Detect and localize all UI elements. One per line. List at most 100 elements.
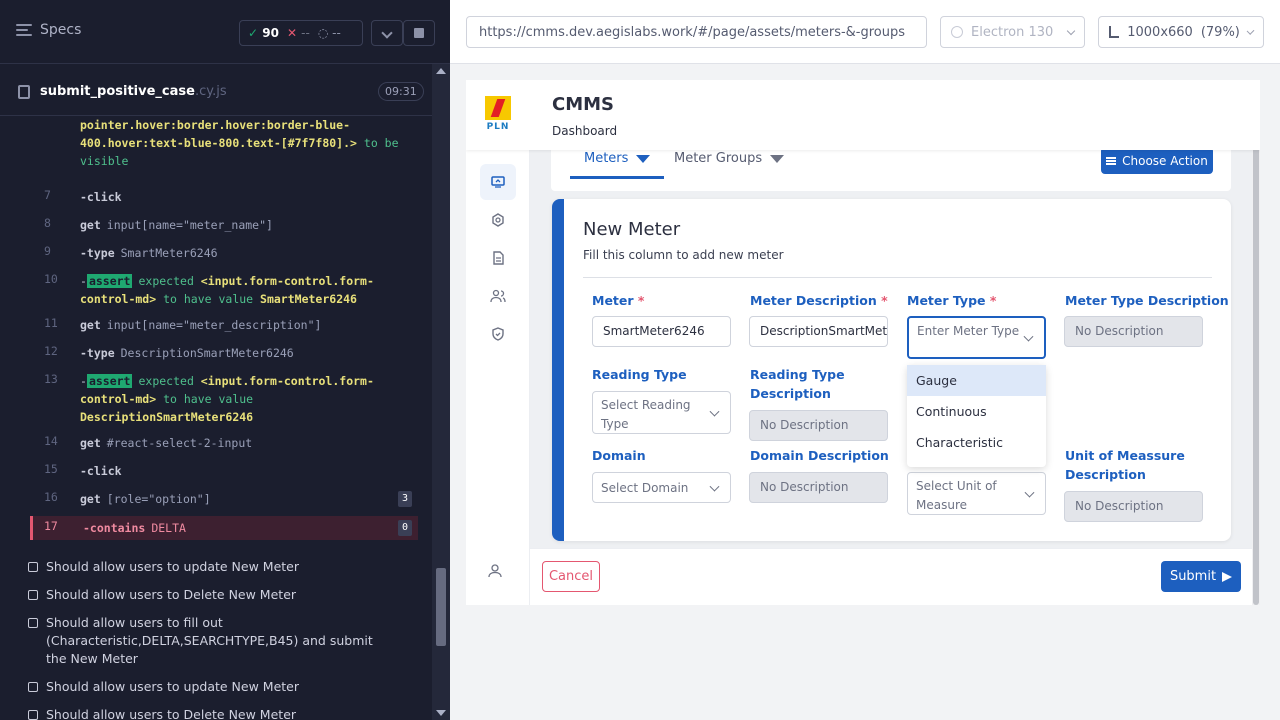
spec-duration: 09:31 (378, 82, 424, 101)
option-gauge[interactable]: Gauge (907, 365, 1046, 396)
command-log-scrollbar[interactable] (432, 64, 450, 720)
tab-bar: Meters Meter Groups Choose Action (551, 147, 1231, 191)
domain-description-label: Domain Description (750, 448, 889, 463)
chevron-down-icon (709, 406, 720, 417)
uom-description-field: No Description (1064, 491, 1203, 522)
main-content: Meters Meter Groups Choose Action New Me… (530, 147, 1260, 548)
stop-icon (414, 28, 424, 38)
form-footer: Cancel Submit (530, 548, 1260, 605)
scroll-thumb[interactable] (1253, 116, 1259, 605)
chevron-down-icon (1024, 487, 1035, 498)
option-continuous[interactable]: Continuous (907, 396, 1046, 427)
pending-count: ◌ -- (317, 26, 341, 40)
sidebar-item-monitor[interactable] (480, 164, 516, 200)
test-item[interactable]: Should allow users to Delete New Meter (28, 706, 296, 720)
reading-type-label: Reading Type (592, 367, 687, 382)
viewport-selector[interactable]: 1000x660 (79%) (1098, 16, 1264, 48)
card-title: New Meter (583, 219, 681, 240)
app-title: CMMS (552, 94, 614, 115)
specs-menu-icon (16, 24, 32, 36)
reading-type-select[interactable]: Select Reading Type (592, 391, 731, 434)
failed-count: ✕ -- (286, 26, 310, 40)
monitor-icon (491, 176, 505, 188)
scroll-down-arrow-icon[interactable] (436, 710, 446, 716)
browser-icon (951, 26, 963, 38)
command-row[interactable]: 9 -type SmartMeter6246 (30, 244, 418, 262)
test-status-icon (28, 590, 38, 600)
stop-button[interactable] (403, 20, 435, 46)
cmms-app-frame: PLN CMMS Dashboard Meters Meter Groups C… (466, 80, 1260, 605)
document-icon (493, 251, 504, 265)
sidebar (466, 150, 530, 605)
meter-name-input[interactable]: SmartMeter6246 (592, 316, 731, 347)
uom-description-label: Unit of Meassure Description (1065, 448, 1185, 482)
chevron-down-icon (381, 27, 393, 39)
chevron-down-icon (1023, 331, 1034, 342)
meter-type-select[interactable]: Enter Meter Type (907, 316, 1046, 359)
caret-down-icon (770, 154, 785, 163)
sidebar-item-settings[interactable] (480, 202, 516, 238)
command-row[interactable]: 10- assert expected <input.form-control.fo… (30, 272, 418, 308)
command-count-badge: 0 (398, 520, 412, 536)
user-profile-icon[interactable] (488, 563, 508, 583)
app-under-test-panel: https://cmms.dev.aegislabs.work/#/page/a… (450, 0, 1280, 720)
send-icon (1222, 571, 1233, 582)
choose-action-button[interactable]: Choose Action (1101, 147, 1213, 174)
command-row[interactable]: 15 -click (30, 462, 418, 480)
meter-label: Meter * (592, 293, 645, 308)
cancel-button[interactable]: Cancel (542, 561, 600, 592)
unit-of-measure-select[interactable]: Select Unit of Measure (907, 472, 1046, 515)
tab-meters[interactable]: Meters (570, 151, 665, 179)
command-row[interactable]: 7 -click (30, 188, 418, 206)
runner-header: Specs ✓ 90 ✕ -- ◌ -- (0, 0, 450, 64)
test-item[interactable]: Should allow users to update New Meter (28, 558, 299, 576)
chevron-down-icon (1246, 26, 1255, 35)
command-row[interactable]: 12 -type DescriptionSmartMeter6246 (30, 344, 418, 362)
scroll-thumb[interactable] (436, 568, 446, 646)
shield-icon (492, 327, 504, 341)
spec-file-row[interactable]: submit_positive_case.cy.js 09:31 (0, 64, 432, 116)
meter-description-input[interactable]: DescriptionSmartMet (749, 316, 888, 347)
specs-label: Specs (40, 22, 82, 38)
tab-meter-groups[interactable]: Meter Groups (674, 151, 785, 166)
command-row[interactable]: 11 get input[name="meter_description"] (30, 316, 418, 334)
command-row[interactable]: 8 get input[name="meter_name"] (30, 216, 418, 234)
reading-type-description-field: No Description (749, 410, 888, 441)
command-row[interactable]: 14 get #react-select-2-input (30, 434, 418, 452)
sidebar-item-security[interactable] (480, 316, 516, 352)
sidebar-item-documents[interactable] (480, 240, 516, 276)
test-item[interactable]: Should allow users to update New Meter (28, 678, 299, 696)
specs-button[interactable]: Specs (16, 22, 81, 38)
test-status-icon (28, 618, 38, 628)
option-characteristic[interactable]: Characteristic (907, 427, 1046, 458)
ruler-icon (1109, 26, 1120, 38)
command-row[interactable]: 13- assert expected <input.form-control.fo… (30, 372, 418, 426)
command-count-badge: 3 (398, 491, 412, 507)
command-row-failed[interactable]: 17 -contains DELTA 0 (30, 516, 418, 540)
meter-type-description-field: No Description (1064, 316, 1203, 347)
chevron-down-icon (1066, 26, 1076, 35)
file-icon (18, 85, 30, 99)
domain-select[interactable]: Select Domain (592, 472, 731, 503)
divider (583, 277, 1212, 278)
url-bar[interactable]: https://cmms.dev.aegislabs.work/#/page/a… (466, 16, 927, 48)
passed-count: ✓ 90 (248, 26, 279, 40)
submit-button[interactable]: Submit (1161, 561, 1241, 592)
spec-file-name: submit_positive_case.cy.js (40, 84, 227, 99)
app-scrollbar[interactable] (1252, 116, 1260, 605)
dropdown-button[interactable] (371, 20, 403, 46)
test-status-icon (28, 710, 38, 720)
domain-description-field: No Description (749, 472, 888, 503)
app-header: PLN CMMS Dashboard (466, 80, 1260, 150)
menu-icon (1106, 156, 1117, 165)
browser-selector[interactable]: Electron 130 (940, 16, 1085, 48)
scroll-up-arrow-icon[interactable] (436, 68, 446, 74)
command-row[interactable]: 16 get [role="option"] 3 (30, 490, 418, 508)
sidebar-item-users[interactable] (480, 278, 516, 314)
test-item[interactable]: Should allow users to Delete New Meter (28, 586, 296, 604)
breadcrumb[interactable]: Dashboard (552, 124, 617, 138)
test-runner-panel: Specs ✓ 90 ✕ -- ◌ -- submit_positive_cas… (0, 0, 450, 720)
command-row[interactable]: pointer.hover:border.hover:border-blue-4… (30, 116, 418, 170)
test-item[interactable]: Should allow users to fill out (Characte… (28, 614, 388, 668)
users-icon (490, 289, 506, 303)
